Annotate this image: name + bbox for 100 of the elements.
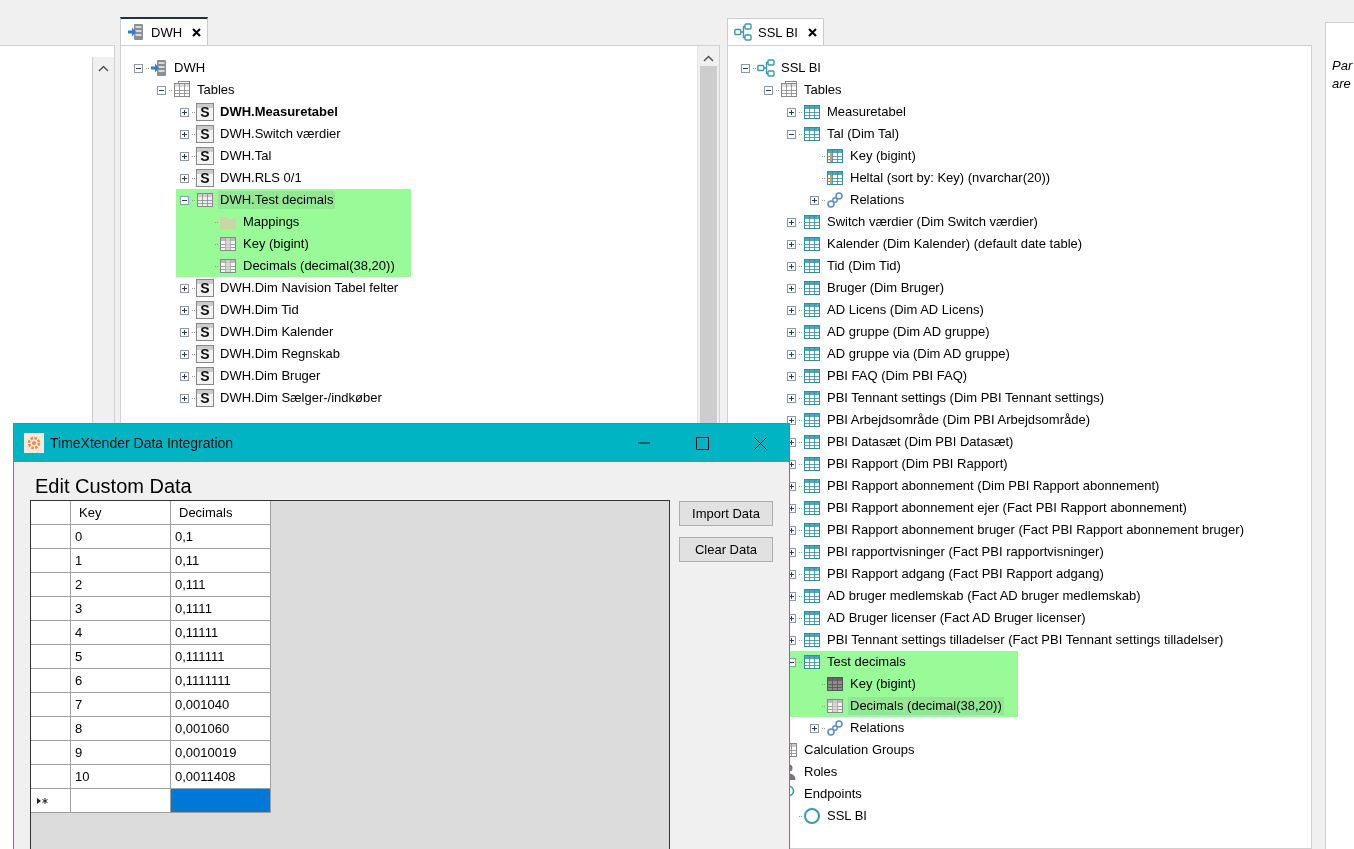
close-icon[interactable] [808, 27, 817, 37]
table-cell[interactable]: 0,1 [171, 525, 271, 549]
tree-item[interactable]: PBI Rapport (Dim PBI Rapport) [825, 455, 1010, 473]
expand-icon[interactable] [179, 129, 189, 139]
scroll-up-icon[interactable] [703, 55, 714, 62]
expand-icon[interactable] [786, 393, 796, 403]
table-cell[interactable] [71, 789, 171, 813]
tree-item[interactable]: AD gruppe (Dim AD gruppe) [825, 323, 992, 341]
tree-item[interactable]: DWH.Dim Regnskab [218, 345, 342, 363]
expand-icon[interactable] [179, 393, 189, 403]
table-cell[interactable]: 0,111 [171, 573, 271, 597]
tree-item[interactable]: AD Licens (Dim AD Licens) [825, 301, 986, 319]
table-cell[interactable]: 0,001040 [171, 693, 271, 717]
tree-item[interactable]: PBI Rapport abonnement ejer (Fact PBI Rapport abonnement) [825, 499, 1189, 517]
table-cell[interactable]: 0,0010019 [171, 741, 271, 765]
table-cell[interactable]: 4 [71, 621, 171, 645]
table-cell[interactable]: 0,1111 [171, 597, 271, 621]
tree-item[interactable]: Tal (Dim Tal) [825, 125, 901, 143]
table-cell[interactable]: 2 [71, 573, 171, 597]
table-cell[interactable]: 0,1111111 [171, 669, 271, 693]
table-cell[interactable]: 8 [71, 717, 171, 741]
expand-icon[interactable] [786, 327, 796, 337]
tree-item[interactable]: Calculation Groups [802, 741, 917, 759]
tree-item[interactable]: PBI Arbejdsområde (Dim PBI Arbejdsområde) [825, 411, 1092, 429]
tree-item[interactable]: PBI rapportvisninger (Fact PBI rapportvisninger) [825, 543, 1106, 561]
table-cell[interactable] [171, 789, 271, 813]
tree-item[interactable]: DWH.Dim Navision Tabel felter [218, 279, 401, 297]
tree-item[interactable]: Tid (Dim Tid) [825, 257, 903, 275]
maximize-icon[interactable] [695, 436, 709, 450]
tree-item[interactable]: PBI Rapport abonnement (Dim PBI Rapport abonnement) [825, 477, 1162, 495]
row-header[interactable] [31, 525, 71, 549]
tree-item[interactable]: Bruger (Dim Bruger) [825, 279, 947, 297]
tree-item[interactable]: PBI Tennant settings tilladelser (Fact PBI Tennant settings tilladelser) [825, 631, 1226, 649]
row-header[interactable] [31, 741, 71, 765]
tree-item[interactable]: AD Bruger licenser (Fact AD Bruger licenser) [825, 609, 1088, 627]
row-header[interactable] [31, 765, 71, 789]
tree-item[interactable]: DWH.Switch værdier [218, 125, 343, 143]
close-icon[interactable] [192, 27, 202, 37]
tree-item[interactable]: DWH.Measuretabel [218, 103, 340, 121]
tree-item[interactable]: SSL BI [779, 59, 823, 77]
table-cell[interactable]: 0,111111 [171, 645, 271, 669]
tree-item[interactable]: SSL BI [825, 807, 869, 825]
tab[interactable]: DWH [120, 17, 209, 45]
tree-item[interactable]: PBI FAQ (Dim PBI FAQ) [825, 367, 970, 385]
tree-item[interactable]: DWH.Dim Sælger-/indkøber [218, 389, 384, 407]
expand-icon[interactable] [786, 283, 796, 293]
row-header[interactable] [31, 717, 71, 741]
expand-icon[interactable] [179, 151, 189, 161]
dialog-button[interactable]: Import Data [679, 501, 773, 526]
tree-item[interactable]: Key (bigint) [848, 675, 918, 693]
tree-item[interactable]: Relations [848, 719, 907, 737]
tree-item[interactable]: Tables [802, 81, 844, 99]
row-header[interactable] [31, 501, 71, 525]
expand-icon[interactable] [179, 349, 189, 359]
row-header[interactable] [31, 789, 71, 813]
tree-item[interactable]: PBI Rapport adgang (Fact PBI Rapport adgang) [825, 565, 1106, 583]
dialog-button[interactable]: Clear Data [679, 537, 773, 562]
expand-icon[interactable] [179, 173, 189, 183]
table-cell[interactable]: 9 [71, 741, 171, 765]
tree-item[interactable]: Roles [802, 763, 840, 781]
tree-item[interactable]: Test decimals [825, 653, 908, 671]
tree-item[interactable]: Measuretabel [825, 103, 908, 121]
table-cell[interactable]: 0 [71, 525, 171, 549]
collapse-icon[interactable] [763, 85, 773, 95]
table-cell[interactable]: 6 [71, 669, 171, 693]
close-icon[interactable] [753, 436, 767, 450]
column-header[interactable]: Key [71, 501, 171, 525]
table-cell[interactable]: 7 [71, 693, 171, 717]
collapse-icon[interactable] [133, 63, 143, 73]
tree-item[interactable]: Decimals (decimal(38,20)) [848, 697, 1004, 715]
expand-icon[interactable] [786, 107, 796, 117]
expand-icon[interactable] [786, 217, 796, 227]
collapse-icon[interactable] [156, 85, 166, 95]
tree-item[interactable]: PBI Rapport abonnement bruger (Fact PBI Rapport abonnement bruger) [825, 521, 1246, 539]
tree-item[interactable]: Endpoints [802, 785, 864, 803]
tab[interactable]: SSL BI [727, 18, 824, 45]
tree-item[interactable]: DWH.Dim Bruger [218, 367, 323, 385]
expand-icon[interactable] [179, 283, 189, 293]
tree-item[interactable]: PBI Tennant settings (Dim PBI Tennant settings) [825, 389, 1106, 407]
expand-icon[interactable] [809, 195, 819, 205]
table-cell[interactable]: 0,11111 [171, 621, 271, 645]
row-header[interactable] [31, 549, 71, 573]
tree-item[interactable]: DWH.Dim Tid [218, 301, 301, 319]
expand-icon[interactable] [786, 349, 796, 359]
collapse-icon[interactable] [786, 129, 796, 139]
tree-item[interactable]: Tables [195, 81, 237, 99]
tree-item[interactable]: Key (bigint) [848, 147, 918, 165]
tree-item[interactable]: PBI Datasæt (Dim PBI Datasæt) [825, 433, 1016, 451]
expand-icon[interactable] [786, 305, 796, 315]
tree-item[interactable]: DWH [172, 59, 208, 77]
expand-icon[interactable] [786, 371, 796, 381]
tree-item[interactable]: AD bruger medlemskab (Fact AD bruger medlemskab) [825, 587, 1143, 605]
tree-item[interactable]: Key (bigint) [241, 235, 311, 253]
table-cell[interactable]: 1 [71, 549, 171, 573]
tree-item[interactable]: Mappings [241, 213, 302, 231]
expand-icon[interactable] [786, 239, 796, 249]
row-header[interactable] [31, 693, 71, 717]
tree-item[interactable]: Decimals (decimal(38,20)) [241, 257, 397, 275]
tree-item[interactable]: DWH.Dim Kalender [218, 323, 336, 341]
tree-item[interactable]: DWH.Tal [218, 147, 274, 165]
